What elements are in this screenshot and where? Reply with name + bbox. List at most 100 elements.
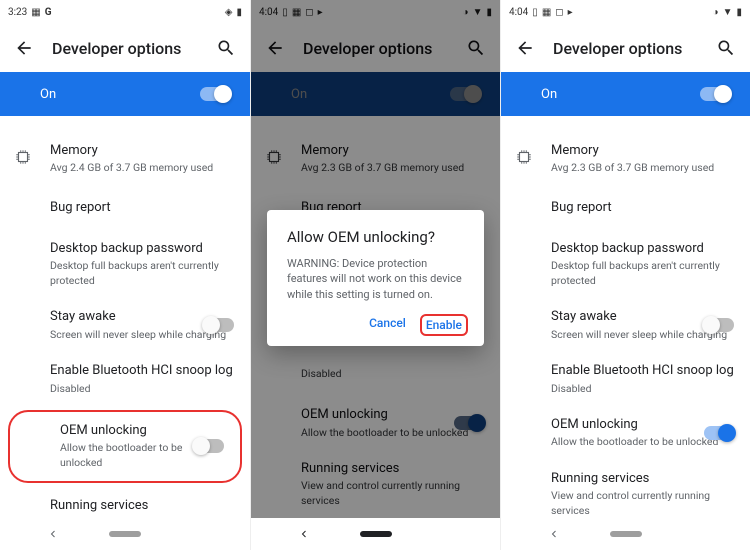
settings-list: Memory Avg 2.3 GB of 3.7 GB memory used … (501, 116, 750, 518)
phone-pane-a: 3:23 ▦ G ◈ ▮ Developer options On Memory… (0, 0, 250, 550)
phone-pane-c: 4:04 ▯ ▦ ◻ ▸ ◑ ▼ ▮ Developer options On … (500, 0, 750, 550)
status-icon: ◻ (305, 7, 313, 18)
setting-stay-awake[interactable]: Stay awake Screen will never sleep while… (501, 298, 750, 352)
setting-oem-unlocking[interactable]: OEM unlocking Allow the bootloader to be… (8, 410, 242, 483)
cancel-button[interactable]: Cancel (369, 316, 406, 334)
page-title: Developer options (553, 39, 698, 58)
search-icon[interactable] (714, 36, 738, 60)
status-icon: ▸ (568, 7, 573, 18)
setting-subtitle: View and control currently running servi… (50, 516, 234, 518)
memory-icon (515, 148, 533, 170)
status-time: 3:23 (8, 7, 27, 18)
nav-home-pill[interactable] (360, 531, 392, 537)
master-toggle-bar[interactable]: On (501, 72, 750, 116)
settings-list: Memory Avg 2.4 GB of 3.7 GB memory used … (0, 116, 250, 518)
stay-awake-switch[interactable] (704, 318, 734, 332)
setting-subtitle: Desktop full backups aren't currently pr… (50, 259, 234, 288)
page-title: Developer options (52, 39, 198, 58)
dialog-title: Allow OEM unlocking? (287, 228, 464, 246)
master-toggle-label: On (541, 87, 557, 102)
setting-memory[interactable]: Memory Avg 2.4 GB of 3.7 GB memory used (0, 132, 250, 186)
nav-home-pill[interactable] (610, 531, 642, 537)
oem-unlock-dialog: Allow OEM unlocking? WARNING: Device pro… (267, 210, 484, 346)
app-bar: Developer options (0, 24, 250, 72)
setting-memory[interactable]: Memory Avg 2.3 GB of 3.7 GB memory used (501, 132, 750, 186)
enable-button[interactable]: Enable (420, 314, 468, 336)
status-icon: ▸ (318, 7, 323, 18)
status-icon: ▦ (31, 7, 40, 18)
setting-title: Memory (50, 142, 234, 160)
page-title: Developer options (303, 39, 448, 58)
setting-oem-unlocking[interactable]: OEM unlocking Allow the bootloader to be… (251, 396, 500, 450)
setting-subtitle: View and control currently running servi… (301, 479, 484, 508)
setting-title: Desktop backup password (50, 240, 234, 258)
status-time: 4:04 (259, 7, 278, 18)
master-toggle-label: On (40, 87, 56, 102)
nav-back-icon[interactable] (47, 528, 59, 540)
setting-running-services[interactable]: Running services View and control curren… (251, 450, 500, 518)
nav-bar (251, 518, 500, 550)
master-toggle-switch[interactable] (700, 87, 730, 101)
setting-subtitle: Avg 2.4 GB of 3.7 GB memory used (50, 161, 234, 176)
setting-bug-report[interactable]: Bug report (0, 186, 250, 230)
status-icon: G (45, 7, 52, 18)
setting-backup[interactable]: Desktop backup password Desktop full bac… (0, 230, 250, 299)
back-icon[interactable] (12, 36, 36, 60)
status-bar: 4:04 ▯ ▦ ◻ ▸ ◑ ▼ ▮ (251, 0, 500, 24)
status-time: 4:04 (509, 7, 528, 18)
setting-memory[interactable]: Memory Avg 2.3 GB of 3.7 GB memory used (251, 132, 500, 186)
master-toggle-bar[interactable]: On (0, 72, 250, 116)
nav-back-icon[interactable] (548, 528, 560, 540)
wifi-icon: ◈ (225, 7, 233, 18)
setting-stay-awake[interactable]: Stay awake Screen will never sleep while… (0, 298, 250, 352)
master-toggle-label: On (291, 87, 307, 102)
master-toggle-switch[interactable] (200, 87, 230, 101)
setting-bug-report[interactable]: Bug report (501, 186, 750, 230)
search-icon[interactable] (214, 36, 238, 60)
setting-subtitle: Disabled (301, 367, 484, 382)
stay-awake-switch[interactable] (204, 318, 234, 332)
setting-title: Running services (551, 470, 734, 488)
setting-title: Bug report (551, 199, 734, 217)
status-icon: ▦ (542, 7, 551, 18)
status-icon: ▯ (532, 7, 538, 18)
memory-icon (265, 148, 283, 170)
memory-icon (14, 148, 32, 170)
app-bar: Developer options (251, 24, 500, 72)
setting-subtitle: Avg 2.3 GB of 3.7 GB memory used (301, 161, 484, 176)
setting-subtitle: Avg 2.3 GB of 3.7 GB memory used (551, 161, 734, 176)
setting-title: Enable Bluetooth HCI snoop log (50, 362, 234, 380)
status-bar: 3:23 ▦ G ◈ ▮ (0, 0, 250, 24)
setting-title: Enable Bluetooth HCI snoop log (551, 362, 734, 380)
oem-switch[interactable] (454, 416, 484, 430)
setting-title: Memory (551, 142, 734, 160)
battery-icon: ▮ (736, 7, 742, 18)
master-toggle-bar[interactable]: On (251, 72, 500, 116)
setting-subtitle: Desktop full backups aren't currently pr… (551, 259, 734, 288)
status-bar: 4:04 ▯ ▦ ◻ ▸ ◑ ▼ ▮ (501, 0, 750, 24)
setting-backup[interactable]: Desktop backup password Desktop full bac… (501, 230, 750, 299)
back-icon[interactable] (263, 36, 287, 60)
setting-bt-hci[interactable]: Enable Bluetooth HCI snoop log Disabled (0, 352, 250, 406)
setting-bt-hci[interactable]: Enable Bluetooth HCI snoop log Disabled (501, 352, 750, 406)
setting-running-services[interactable]: Running services View and control curren… (501, 460, 750, 518)
setting-oem-unlocking[interactable]: OEM unlocking Allow the bootloader to be… (501, 406, 750, 460)
setting-running-services[interactable]: Running services View and control curren… (0, 487, 250, 518)
setting-subtitle: View and control currently running servi… (551, 489, 734, 518)
oem-switch[interactable] (704, 426, 734, 440)
status-icon: ▯ (282, 7, 288, 18)
nav-back-icon[interactable] (298, 528, 310, 540)
nav-home-pill[interactable] (109, 531, 141, 537)
dialog-body: WARNING: Device protection features will… (287, 256, 464, 302)
nav-bar (0, 518, 250, 550)
status-icon: ▦ (292, 7, 301, 18)
setting-title: Memory (301, 142, 484, 160)
back-icon[interactable] (513, 36, 537, 60)
search-icon[interactable] (464, 36, 488, 60)
master-toggle-switch[interactable] (450, 87, 480, 101)
setting-bt-hci[interactable]: Disabled (251, 352, 500, 396)
setting-subtitle: Disabled (551, 382, 734, 397)
setting-title: Running services (50, 497, 234, 515)
oem-switch[interactable] (194, 439, 224, 453)
setting-title: Desktop backup password (551, 240, 734, 258)
